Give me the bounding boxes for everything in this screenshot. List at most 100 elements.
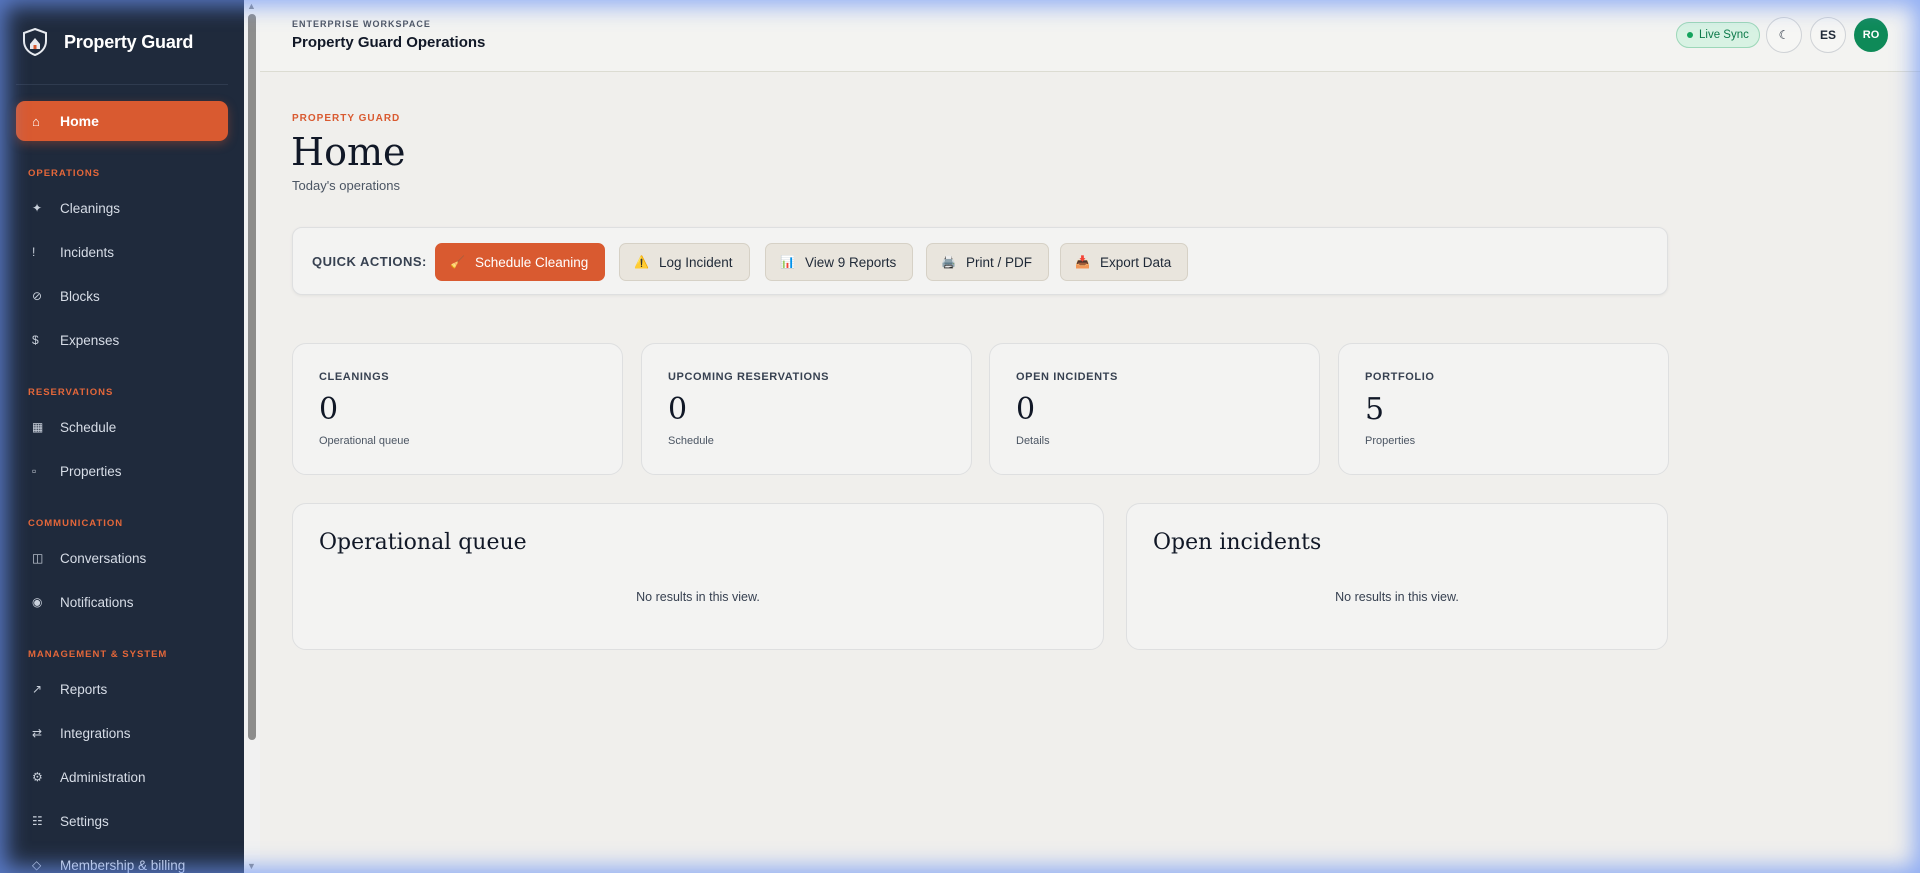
sidebar-item-expenses[interactable]: $ Expenses	[32, 329, 119, 351]
sidebar-item-membership[interactable]: ◇ Membership & billing	[32, 854, 185, 873]
calendar-icon: ▦	[32, 420, 44, 434]
diamond-icon: ◇	[32, 858, 42, 872]
chart-icon: ↗	[32, 682, 43, 696]
sidebar-item-home[interactable]: ⌂ Home	[16, 101, 228, 141]
brand[interactable]: Property Guard	[0, 0, 244, 84]
sidebar-scrollbar[interactable]: ▲ ▼	[244, 0, 260, 873]
sliders-icon: ☷	[32, 814, 43, 828]
stat-value: 0	[1016, 392, 1036, 427]
workspace-title: Property Guard Operations	[292, 34, 486, 51]
topbar: ENTERPRISE WORKSPACE Property Guard Oper…	[260, 0, 1920, 72]
gear-icon: ⚙	[32, 770, 43, 784]
stat-card-portfolio[interactable]: PORTFOLIO 5 Properties	[1338, 343, 1669, 475]
sidebar-item-label: Membership & billing	[60, 857, 186, 873]
stat-card-cleanings[interactable]: CLEANINGS 0 Operational queue	[292, 343, 623, 475]
sidebar-item-properties[interactable]: ▫ Properties	[32, 460, 122, 482]
stat-sub: Operational queue	[319, 435, 410, 447]
shield-logo-icon	[23, 28, 47, 56]
operational-queue-panel: Operational queue No results in this vie…	[292, 503, 1104, 650]
sidebar-item-integrations[interactable]: ⇄ Integrations	[32, 722, 131, 744]
stat-value: 5	[1365, 392, 1385, 427]
sidebar-item-label: Notifications	[60, 594, 134, 610]
sidebar-item-settings[interactable]: ☷ Settings	[32, 810, 109, 832]
dollar-icon: $	[32, 333, 39, 347]
button-label: Print / PDF	[965, 254, 1032, 270]
stat-label: OPEN INCIDENTS	[1016, 371, 1118, 383]
status-dot-icon	[1687, 32, 1693, 38]
log-incident-button[interactable]: ⚠️ Log Incident	[619, 243, 750, 281]
live-sync-badge[interactable]: Live Sync	[1676, 22, 1760, 48]
empty-state: No results in this view.	[1335, 590, 1459, 604]
sparkle-icon: ✦	[32, 201, 43, 215]
stat-sub: Details	[1016, 435, 1050, 447]
sidebar-item-incidents[interactable]: ! Incidents	[32, 241, 114, 263]
sidebar-item-notifications[interactable]: ◉ Notifications	[32, 591, 134, 613]
sidebar-item-label: Integrations	[60, 725, 131, 741]
schedule-cleaning-button[interactable]: 🧹 Schedule Cleaning	[435, 243, 606, 281]
sidebar-item-schedule[interactable]: ▦ Schedule	[32, 416, 116, 438]
sidebar-item-label: Schedule	[60, 419, 117, 435]
bar-chart-icon: 📊	[780, 255, 795, 269]
section-label-communication: COMMUNICATION	[28, 518, 124, 529]
section-label-operations: OPERATIONS	[28, 168, 101, 179]
section-label-reservations: RESERVATIONS	[28, 387, 114, 398]
sidebar-item-label: Blocks	[60, 288, 100, 304]
sidebar: Property Guard ⌂ Home OPERATIONS ✦ Clean…	[0, 0, 244, 873]
language-button[interactable]: ES	[1810, 17, 1846, 53]
stat-value: 0	[319, 392, 339, 427]
warning-icon: ⚠️	[634, 255, 649, 269]
moon-icon: ☾	[1778, 28, 1790, 42]
scroll-down-icon[interactable]: ▼	[247, 861, 256, 871]
printer-icon: 🖨️	[941, 255, 956, 269]
stat-label: PORTFOLIO	[1365, 371, 1435, 383]
print-pdf-button[interactable]: 🖨️ Print / PDF	[926, 243, 1049, 281]
sidebar-item-label: Cleanings	[60, 200, 121, 216]
sidebar-item-label: Conversations	[60, 550, 147, 566]
avatar[interactable]: RO	[1854, 18, 1888, 52]
section-label-management: MANAGEMENT & SYSTEM	[28, 649, 168, 660]
page-eyebrow: PROPERTY GUARD	[292, 113, 401, 124]
sidebar-item-label: Reports	[60, 681, 108, 697]
stat-card-upcoming-reservations[interactable]: UPCOMING RESERVATIONS 0 Schedule	[641, 343, 972, 475]
panel-title: Open incidents	[1153, 530, 1322, 555]
button-label: View 9 Reports	[804, 254, 897, 270]
swap-icon: ⇄	[32, 726, 43, 740]
open-incidents-panel: Open incidents No results in this view.	[1126, 503, 1668, 650]
stat-sub: Properties	[1365, 435, 1416, 447]
empty-state: No results in this view.	[636, 590, 760, 604]
sidebar-item-blocks[interactable]: ⊘ Blocks	[32, 285, 100, 307]
sidebar-item-label: Properties	[60, 463, 122, 479]
stat-card-open-incidents[interactable]: OPEN INCIDENTS 0 Details	[989, 343, 1320, 475]
sidebar-item-administration[interactable]: ⚙ Administration	[32, 766, 146, 788]
stat-value: 0	[668, 392, 688, 427]
broom-icon: 🧹	[450, 255, 465, 269]
brand-name: Property Guard	[64, 31, 194, 52]
view-reports-button[interactable]: 📊 View 9 Reports	[765, 243, 914, 281]
scroll-up-icon[interactable]: ▲	[247, 1, 256, 11]
workspace-label: ENTERPRISE WORKSPACE	[292, 19, 431, 29]
building-icon: ▫	[32, 464, 37, 478]
scroll-thumb[interactable]	[248, 14, 256, 740]
sidebar-item-label: Incidents	[60, 244, 115, 260]
home-icon: ⌂	[32, 113, 40, 129]
sidebar-item-label: Expenses	[60, 332, 120, 348]
button-label: Export Data	[1099, 254, 1172, 270]
sidebar-item-label: Settings	[60, 813, 109, 829]
theme-toggle-button[interactable]: ☾	[1766, 17, 1802, 53]
sidebar-item-conversations[interactable]: ◫ Conversations	[32, 547, 146, 569]
sidebar-item-reports[interactable]: ↗ Reports	[32, 678, 107, 700]
sidebar-item-label: Administration	[60, 769, 146, 785]
download-icon: 📥	[1075, 255, 1090, 269]
block-icon: ⊘	[32, 289, 43, 303]
sidebar-item-cleanings[interactable]: ✦ Cleanings	[32, 197, 120, 219]
stat-label: CLEANINGS	[319, 371, 390, 383]
export-data-button[interactable]: 📥 Export Data	[1060, 243, 1189, 281]
bell-icon: ◉	[32, 595, 43, 609]
page-title: Home	[291, 130, 406, 174]
stat-label: UPCOMING RESERVATIONS	[668, 371, 830, 383]
quick-actions-bar: QUICK ACTIONS: 🧹 Schedule Cleaning ⚠️ Lo…	[292, 227, 1668, 295]
stat-sub: Schedule	[668, 435, 714, 447]
chat-icon: ◫	[32, 551, 44, 565]
exclamation-icon: !	[32, 245, 36, 259]
button-label: Log Incident	[658, 254, 733, 270]
